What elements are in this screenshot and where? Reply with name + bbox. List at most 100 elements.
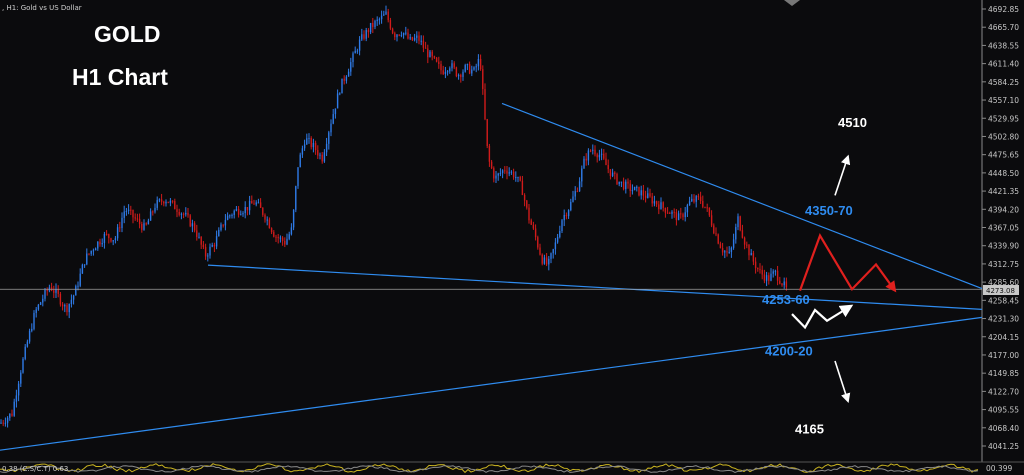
candle-body <box>644 195 647 198</box>
candle-body <box>149 211 152 221</box>
candle-body <box>770 273 772 281</box>
candle-body <box>306 138 308 145</box>
candle-body <box>378 19 381 21</box>
candle-body <box>411 37 414 41</box>
bearish-projection-path <box>791 304 854 330</box>
candle-body <box>457 75 460 77</box>
candle-body <box>204 247 207 257</box>
candle-body <box>200 236 202 245</box>
candle-body <box>147 220 150 225</box>
candle-body <box>301 148 304 155</box>
candle-body <box>53 290 55 293</box>
candle-body <box>365 29 367 39</box>
candle-body <box>330 123 332 133</box>
bullish-projection-path <box>798 233 897 293</box>
candle-body <box>345 76 348 81</box>
candle-body <box>633 186 636 191</box>
price-tick-label: 4312.75 <box>988 260 1019 269</box>
candle-body <box>642 190 645 196</box>
candle-body <box>391 28 394 34</box>
candle-body <box>79 273 81 286</box>
candle-body <box>347 71 350 77</box>
candle-body <box>420 40 422 42</box>
candle-body <box>123 211 125 218</box>
candle-body <box>88 253 90 255</box>
candle-body <box>394 33 396 38</box>
candle-body <box>719 243 722 249</box>
candle-body <box>156 200 158 208</box>
candle-body <box>121 217 123 229</box>
candle-body <box>726 251 728 253</box>
trendline <box>0 316 983 451</box>
candle-body <box>625 181 627 190</box>
candle-body <box>728 251 730 253</box>
candle-body <box>169 200 172 203</box>
candle-body <box>548 258 550 265</box>
candle-body <box>317 150 319 156</box>
candle-body <box>576 191 579 193</box>
annotation-label: 4165 <box>795 421 824 436</box>
candle-body <box>105 233 108 235</box>
candle-body <box>31 328 33 331</box>
candle-body <box>145 223 147 225</box>
candle-body <box>581 168 583 182</box>
candle-body <box>284 241 286 245</box>
candle-body <box>708 207 711 216</box>
candle-body <box>114 238 117 241</box>
candle-body <box>158 199 161 201</box>
candle-body <box>647 193 649 198</box>
candle-body <box>550 253 552 259</box>
candle-body <box>191 223 194 227</box>
candle-body <box>589 150 592 152</box>
candle-body <box>374 21 376 28</box>
candle-body <box>774 270 777 272</box>
candle-body <box>664 207 667 213</box>
candle-body <box>508 172 510 174</box>
candle-body <box>20 372 22 384</box>
candle-body <box>361 34 363 40</box>
candle-body <box>15 395 18 402</box>
candle-body <box>779 280 781 284</box>
candle-body <box>559 230 561 238</box>
candle-body <box>697 196 700 198</box>
symbol-header: , H1: Gold vs US Dollar <box>2 4 82 12</box>
candle-body <box>741 230 744 238</box>
candle-body <box>196 230 198 237</box>
candle-body <box>11 413 13 416</box>
candle-body <box>57 289 59 294</box>
candle-body <box>435 57 438 62</box>
candle-body <box>431 51 433 57</box>
candle-body <box>651 196 653 204</box>
candle-body <box>299 154 301 168</box>
candle-body <box>750 253 752 256</box>
candle-body <box>350 62 352 72</box>
candle-body <box>178 211 180 215</box>
candle-body <box>427 48 429 58</box>
candle-body <box>341 78 343 94</box>
candle-body <box>468 64 471 74</box>
candle-body <box>286 238 288 245</box>
candle-body <box>486 119 488 147</box>
annotation-label: 4350-70 <box>805 203 853 218</box>
candle-body <box>22 358 24 373</box>
candle-body <box>499 173 502 175</box>
candle-body <box>528 207 530 221</box>
candle-body <box>198 236 200 238</box>
candle-body <box>2 422 4 424</box>
candle-body <box>671 211 673 214</box>
candle-body <box>603 153 605 159</box>
candle-body <box>669 212 671 214</box>
candle-body <box>6 417 9 423</box>
candle-body <box>402 32 405 36</box>
candle-body <box>484 89 486 120</box>
candle-body <box>537 237 539 248</box>
candle-body <box>72 295 75 300</box>
candle-body <box>119 227 121 229</box>
price-tick-label: 4231.30 <box>988 315 1019 324</box>
candle-body <box>776 270 779 281</box>
candle-body <box>369 22 372 33</box>
candle-body <box>783 281 785 286</box>
candle-body <box>354 50 356 54</box>
candle-body <box>596 154 598 158</box>
candle-body <box>70 299 73 304</box>
